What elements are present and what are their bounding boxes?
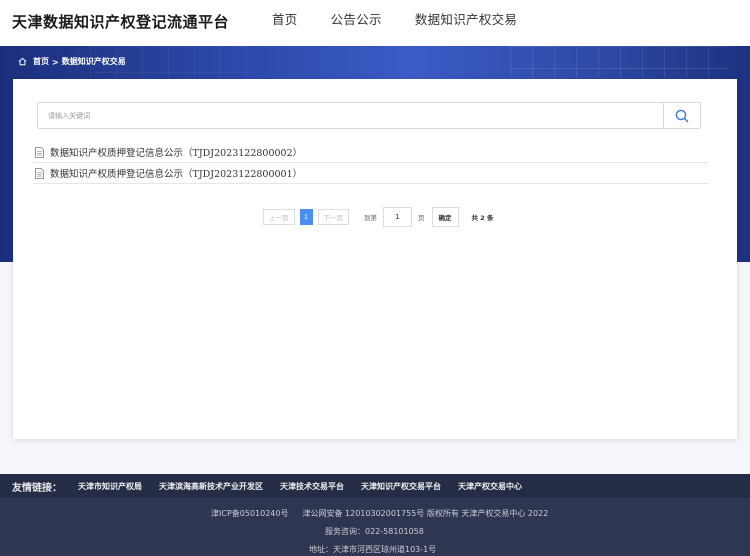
nav-data-ip-trading[interactable]: 数据知识产权交易 bbox=[415, 9, 517, 28]
nav-home[interactable]: 首页 bbox=[272, 9, 298, 28]
site-header: 天津数据知识产权登记流通平台 首页 公告公示 数据知识产权交易 bbox=[0, 0, 750, 46]
goto-label: 到第 bbox=[364, 214, 377, 222]
next-page-button[interactable]: 下一页 bbox=[317, 209, 349, 225]
prev-page-button[interactable]: 上一页 bbox=[263, 209, 295, 225]
list-item-title[interactable]: 数据知识产权质押登记信息公示（TJDJ2023122800002） bbox=[50, 145, 302, 159]
list-item[interactable]: 数据知识产权质押登记信息公示（TJDJ2023122800001） bbox=[33, 163, 708, 184]
breadcrumb-home[interactable]: 首页 bbox=[33, 56, 49, 67]
document-icon bbox=[35, 146, 44, 158]
friend-link[interactable]: 天津产权交易中心 bbox=[458, 481, 522, 492]
service-phone: 服务咨询：022-58101058 bbox=[325, 527, 424, 536]
page-number-current[interactable]: 1 bbox=[299, 209, 313, 225]
goto-suffix: 页 bbox=[418, 214, 425, 222]
list-item-title[interactable]: 数据知识产权质押登记信息公示（TJDJ2023122800001） bbox=[50, 166, 302, 180]
search-icon bbox=[675, 109, 689, 122]
friend-link[interactable]: 天津知识产权交易平台 bbox=[361, 481, 441, 492]
breadcrumb-separator: > bbox=[52, 56, 59, 67]
site-footer: 津ICP备05010240号 津公网安备 12010302001755号 版权所有… bbox=[0, 498, 750, 556]
footer-address: 地址：天津市河西区琼州道103-1号 bbox=[309, 545, 437, 554]
search-button[interactable] bbox=[663, 103, 700, 128]
announcement-list: 数据知识产权质押登记信息公示（TJDJ2023122800002） 数据知识产权… bbox=[33, 142, 708, 184]
nav-announcements[interactable]: 公告公示 bbox=[331, 9, 382, 28]
goto-confirm-button[interactable]: 确定 bbox=[431, 207, 459, 227]
friend-link[interactable]: 天津市知识产权局 bbox=[78, 481, 142, 492]
content-card: 数据知识产权质押登记信息公示（TJDJ2023122800002） 数据知识产权… bbox=[13, 79, 737, 439]
search-input[interactable] bbox=[38, 103, 664, 128]
friend-links-bar: 友情链接： 天津市知识产权局 天津滨海高新技术产业开发区 天津技术交易平台 天津… bbox=[0, 474, 750, 498]
friend-link[interactable]: 天津滨海高新技术产业开发区 bbox=[159, 481, 263, 492]
icp-number[interactable]: 津ICP备05010240号 bbox=[211, 509, 289, 518]
security-number: 津公网安备 12010302001755号 版权所有 天津产权交易中心 2022 bbox=[302, 509, 549, 518]
breadcrumb-current: 数据知识产权交易 bbox=[61, 56, 126, 66]
list-item[interactable]: 数据知识产权质押登记信息公示（TJDJ2023122800002） bbox=[33, 142, 708, 163]
document-icon bbox=[35, 167, 44, 179]
footer-registration: 津ICP备05010240号 津公网安备 12010302001755号 版权所有… bbox=[211, 508, 562, 519]
search-box bbox=[37, 102, 701, 129]
main-nav: 首页 公告公示 数据知识产权交易 bbox=[272, 9, 550, 28]
total-count: 共 2 条 bbox=[471, 214, 494, 222]
home-icon bbox=[18, 57, 27, 66]
pagination: 上一页 1 下一页 到第 1 页 确定 共 2 条 bbox=[263, 207, 494, 227]
friend-links-label: 友情链接： bbox=[12, 482, 62, 494]
breadcrumb: 首页 > 数据知识产权交易 bbox=[18, 56, 126, 67]
site-title: 天津数据知识产权登记流通平台 bbox=[12, 13, 230, 31]
goto-page-input[interactable]: 1 bbox=[383, 207, 412, 227]
friend-link[interactable]: 天津技术交易平台 bbox=[280, 481, 344, 492]
